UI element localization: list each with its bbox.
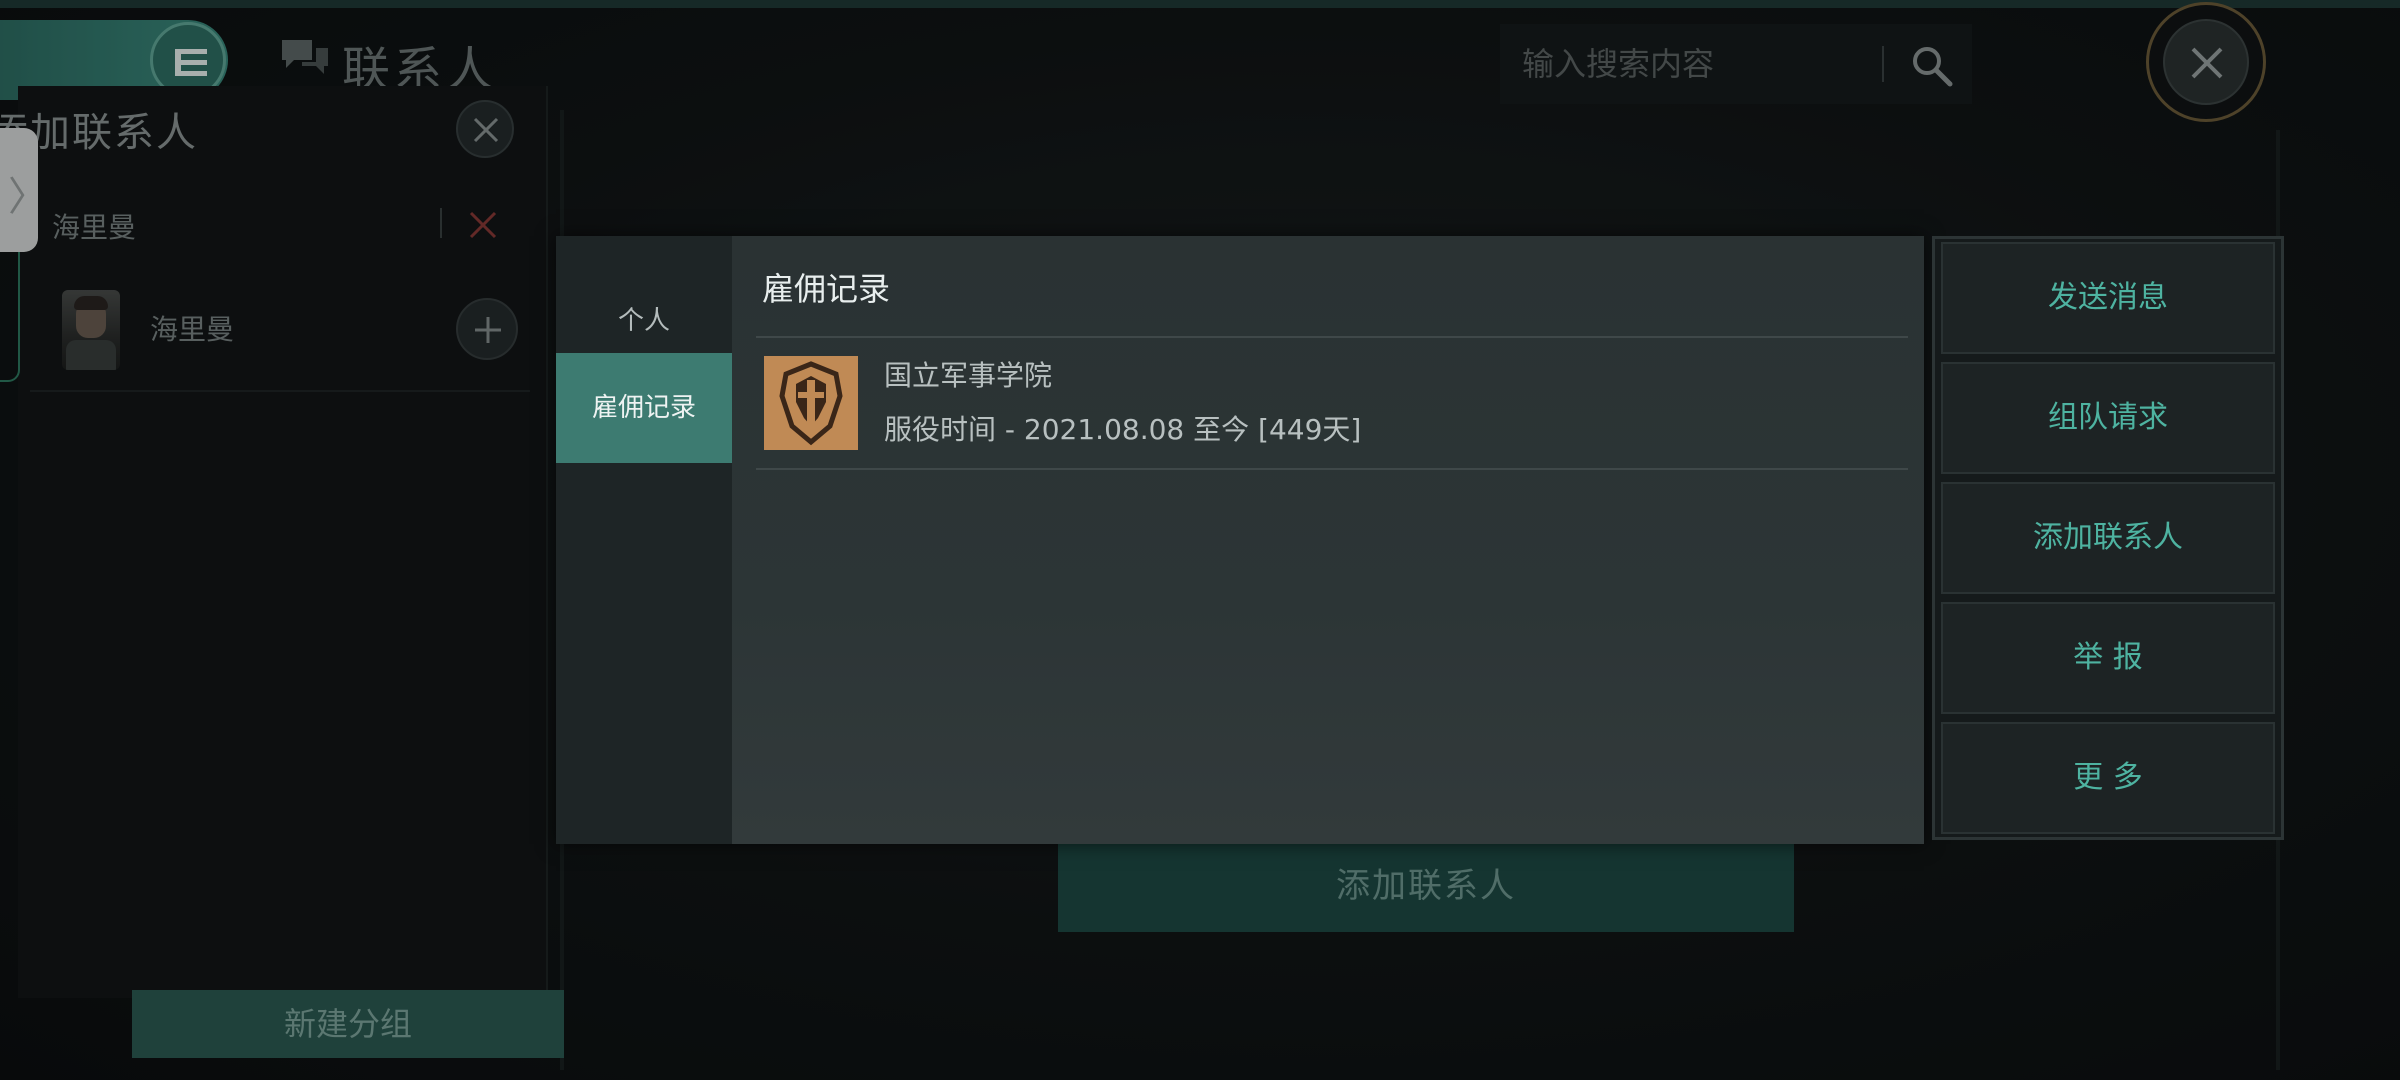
avatar [62,290,120,370]
list-item[interactable]: 海里曼 [30,280,530,392]
add-contact-button[interactable]: 添加联系人 [1941,482,2275,594]
action-menu: 发送消息 组队请求 添加联系人 举 报 更 多 [1932,236,2284,840]
new-group-button[interactable]: 新建分组 [132,990,564,1058]
close-icon [473,117,499,143]
list-menu-icon [175,49,207,76]
profile-nav: 个人 雇佣记录 [556,236,732,844]
selection-edge [0,252,20,382]
more-button[interactable]: 更 多 [1941,722,2275,834]
add-contact-button[interactable] [456,298,518,360]
academy-emblem-icon [764,356,858,450]
search-bar [1500,24,1972,104]
team-request-button[interactable]: 组队请求 [1941,362,2275,474]
send-message-button[interactable]: 发送消息 [1941,242,2275,354]
search-input[interactable] [1520,40,1874,88]
add-contact-button-bg[interactable]: 添加联系人 [1058,840,1794,932]
panel-close-button[interactable] [456,100,514,158]
search-icon[interactable] [1910,44,1954,88]
employment-record-panel: 雇佣记录 国立军事学院 服役时间 - 2021.08.08 至今 [449天] [732,236,1924,844]
service-period: 服役时间 - 2021.08.08 至今 [449天] [884,413,1362,446]
chevron-right-icon: 〉 [8,174,48,220]
section-title: 雇佣记录 [762,270,891,308]
search-divider [440,208,442,238]
profile-modal: 个人 雇佣记录 雇佣记录 国立军事学院 服役时间 - 2021.08.08 至今… [556,236,1924,844]
plus-icon [475,317,501,343]
close-button[interactable] [2146,2,2266,122]
tab-employment-record[interactable]: 雇佣记录 [556,353,732,463]
report-button[interactable]: 举 报 [1941,602,2275,714]
contact-search-value: 海里曼 [52,211,137,244]
clear-icon[interactable] [466,208,500,242]
record-row: 国立军事学院 服役时间 - 2021.08.08 至今 [449天] [756,336,1908,470]
organization-name: 国立军事学院 [884,359,1053,392]
contact-name: 海里曼 [150,313,235,346]
chat-bubbles-icon [282,40,328,74]
top-border [0,0,2400,8]
side-collapse-tab[interactable]: 〉 [0,128,48,252]
contact-search-field[interactable]: 海里曼 [30,196,530,256]
close-icon [2191,47,2223,79]
search-divider [1882,46,1884,82]
